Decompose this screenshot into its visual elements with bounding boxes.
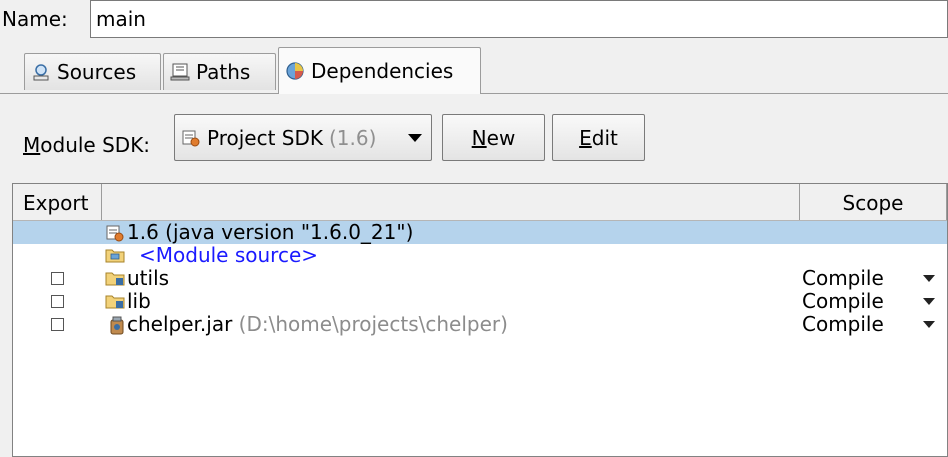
module-sdk-label: Module SDK: bbox=[23, 133, 151, 157]
module-source-folder-icon bbox=[105, 249, 125, 263]
table-row[interactable]: lib Compile bbox=[13, 290, 947, 313]
table-row[interactable]: <Module source> bbox=[13, 244, 947, 267]
table-row[interactable]: chelper.jar (D:\home\projects\chelper) C… bbox=[13, 313, 947, 336]
paths-icon bbox=[170, 63, 190, 81]
edit-sdk-button[interactable]: Edit bbox=[552, 114, 645, 161]
table-row[interactable]: utils Compile bbox=[13, 267, 947, 290]
chevron-down-icon bbox=[408, 134, 422, 142]
name-label: Name: bbox=[2, 7, 68, 31]
tab-paths[interactable]: Paths bbox=[163, 53, 276, 90]
tab-paths-label: Paths bbox=[196, 60, 251, 84]
table-row[interactable]: 1.6 (java version "1.6.0_21") bbox=[13, 221, 947, 244]
export-checkbox[interactable] bbox=[51, 272, 64, 285]
dependency-name: lib bbox=[127, 289, 151, 313]
tab-dependencies-label: Dependencies bbox=[311, 59, 454, 83]
column-header-name[interactable] bbox=[102, 184, 800, 220]
export-checkbox[interactable] bbox=[51, 295, 64, 308]
tab-sources-label: Sources bbox=[57, 60, 137, 84]
jar-file-name: chelper.jar bbox=[127, 312, 233, 336]
jar-icon bbox=[110, 316, 124, 335]
dependency-name: chelper.jar (D:\home\projects\chelper) bbox=[127, 313, 508, 336]
edit-sdk-button-label: Edit bbox=[579, 125, 618, 150]
scope-value[interactable]: Compile bbox=[802, 313, 884, 336]
dependencies-icon bbox=[286, 62, 304, 80]
column-header-export[interactable]: Export bbox=[13, 184, 102, 220]
new-sdk-button-label: New bbox=[471, 125, 516, 150]
tab-sources[interactable]: Sources bbox=[24, 53, 161, 90]
scope-value[interactable]: Compile bbox=[802, 290, 884, 313]
name-input[interactable]: main bbox=[90, 0, 948, 38]
table-header: Export Scope bbox=[13, 184, 947, 221]
chevron-down-icon[interactable] bbox=[923, 275, 935, 282]
module-folder-icon bbox=[105, 272, 125, 286]
chevron-down-icon[interactable] bbox=[923, 321, 935, 328]
sources-icon bbox=[33, 64, 49, 81]
jdk-icon bbox=[106, 225, 124, 242]
dependency-name: utils bbox=[127, 266, 170, 290]
column-header-scope[interactable]: Scope bbox=[800, 184, 947, 220]
dependency-name: 1.6 (java version "1.6.0_21") bbox=[127, 220, 414, 244]
dependency-name: <Module source> bbox=[139, 243, 319, 267]
jar-file-path: (D:\home\projects\chelper) bbox=[238, 312, 508, 336]
tab-dependencies[interactable]: Dependencies bbox=[278, 47, 481, 94]
chevron-down-icon[interactable] bbox=[923, 298, 935, 305]
dependencies-table: Export Scope 1.6 (java version "1.6.0_21… bbox=[12, 183, 948, 457]
jdk-icon bbox=[182, 130, 200, 146]
module-sdk-version: (1.6) bbox=[329, 125, 377, 150]
scope-value[interactable]: Compile bbox=[802, 267, 884, 290]
module-folder-icon bbox=[105, 295, 125, 309]
module-sdk-value: Project SDK bbox=[207, 125, 323, 150]
module-sdk-select[interactable]: Project SDK (1.6) bbox=[174, 114, 432, 161]
new-sdk-button[interactable]: New bbox=[442, 114, 545, 161]
export-checkbox[interactable] bbox=[51, 318, 64, 331]
